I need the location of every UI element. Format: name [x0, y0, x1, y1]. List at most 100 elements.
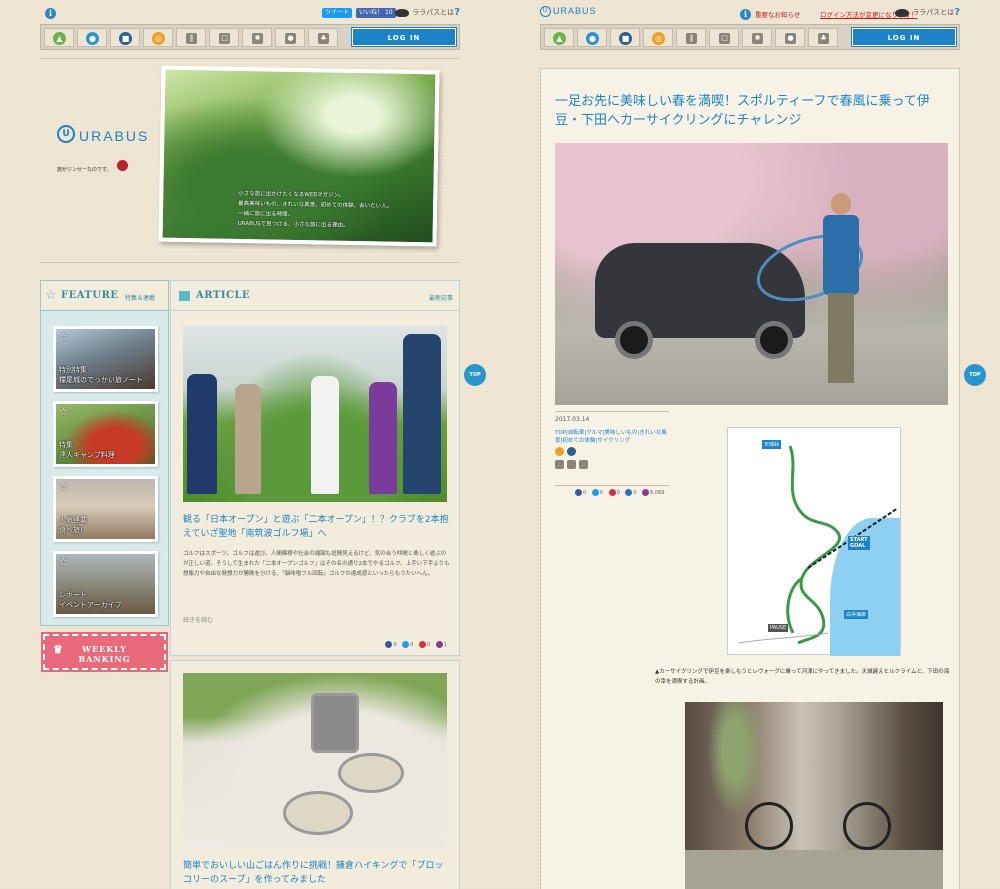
nav-mountain[interactable]: ▲ — [44, 28, 74, 47]
twitter-icon[interactable] — [591, 489, 599, 496]
view-icon — [642, 489, 650, 496]
nav-mountain[interactable]: ▲ — [544, 28, 574, 47]
weekly-ranking-button[interactable]: ♛ WEEKLY RANKING — [41, 632, 168, 672]
latest-articles-link[interactable]: 最新記事 — [429, 293, 453, 302]
bike-icon[interactable] — [555, 447, 564, 456]
hero-copy: 小さな旅に出かけたくなるWEBマガジン。 最高美味いもの、きれいな風景、初めての… — [238, 189, 419, 232]
nav-car[interactable]: ■ — [610, 28, 640, 47]
article-card: 簡単でおいしい山ごはん作りに挑戦！鎌倉ハイキングで「ブロッコリーのスープ」を作っ… — [170, 660, 460, 889]
facebook-icon[interactable] — [385, 641, 393, 648]
feature-tile[interactable]: ☆ 特集 達人キャンプ料理 — [53, 401, 158, 467]
nav-car[interactable]: ■ — [110, 28, 140, 47]
person-icon: ● — [785, 33, 796, 44]
article-icon — [179, 291, 190, 301]
login-button[interactable]: LOG IN — [851, 27, 957, 47]
article-heading[interactable]: 観る「日本オープン」と遊ぶ「二本オープン」！？クラブを2本抱えていざ聖地「南筑波… — [183, 513, 451, 541]
feature-tile-kicker: 人気連載 — [59, 516, 87, 524]
feature-tile[interactable]: ☆ レポート イベントアーカイブ — [53, 551, 158, 617]
lalapass-link[interactable]: ララパスとは? — [895, 7, 960, 18]
nav-person[interactable]: ● — [775, 28, 805, 47]
like-button[interactable]: いいね！ 10 — [356, 8, 396, 18]
facebook-icon[interactable] — [575, 489, 582, 496]
lalapass-label: ララパスとは — [912, 8, 955, 17]
login-button[interactable]: LOG IN — [351, 27, 457, 47]
divider — [555, 485, 669, 486]
top-bar: i ツイート いいね！ 10 ララパスとは? — [40, 6, 460, 20]
fork-icon[interactable] — [555, 460, 564, 469]
photo-wheel — [755, 321, 793, 359]
share-count: 0 — [583, 489, 587, 496]
divider — [40, 262, 460, 263]
nav-frame[interactable]: □ — [709, 28, 739, 47]
logo-icon[interactable]: U — [57, 125, 75, 143]
street-photo — [685, 702, 943, 889]
important-notice-link[interactable]: 重要なお知らせ — [755, 9, 800, 19]
article-heading[interactable]: 簡単でおいしい山ごはん作りに挑戦！鎌倉ハイキングで「ブロッコリーのスープ」を作っ… — [183, 859, 451, 887]
share-count: 0 — [393, 641, 397, 648]
feature-tile-kicker: 特集 — [59, 441, 73, 449]
photo-caption: ▲カーサイクリングで伊豆を楽しもうとレヴォーグに乗って河津にやってきました。天城… — [655, 669, 950, 685]
nav-bike[interactable]: ◎ — [143, 28, 173, 47]
nav-people[interactable]: ♣ — [808, 28, 838, 47]
category-tags[interactable]: TOP|自転車|クルマ|美味しいもの|きれいな風景|初めての体験|サイクリング — [555, 429, 667, 445]
feature-tile-title: 達人キャンプ料理 — [59, 451, 115, 459]
map-label-shirahama: 白浜海岸 — [844, 610, 869, 619]
map-label-amagi: 天城峠 — [762, 440, 782, 449]
car-icon: ■ — [619, 32, 632, 45]
nav-frame[interactable]: □ — [209, 28, 239, 47]
photo-figure — [403, 334, 441, 494]
star-icon: ☆ — [59, 332, 68, 343]
nav-bike[interactable]: ◎ — [643, 28, 673, 47]
nav-drop[interactable]: ● — [77, 28, 107, 47]
pocket-icon[interactable] — [419, 641, 427, 648]
nav-fork[interactable]: ‖ — [176, 28, 206, 47]
info-icon[interactable]: i — [45, 8, 56, 19]
car-icon[interactable] — [567, 447, 576, 456]
pocket-icon[interactable] — [608, 489, 616, 496]
nav-drop[interactable]: ● — [577, 28, 607, 47]
tweet-label: ツイート — [325, 9, 350, 16]
nav-sun[interactable]: ✺ — [742, 28, 772, 47]
frame-icon: □ — [219, 33, 230, 44]
fork-icon: ‖ — [186, 33, 197, 44]
sun-icon: ✺ — [752, 33, 763, 44]
sun-icon: ✺ — [252, 33, 263, 44]
photo-figure — [369, 382, 397, 494]
photo-wheel — [745, 802, 793, 850]
map-label-pause: PAUSE — [768, 624, 789, 632]
frame-icon[interactable] — [567, 460, 576, 469]
tweet-button[interactable]: ツイート — [322, 8, 353, 18]
feature-panel: ☆ FEATURE 特集＆連載 ☆ 特別特集 糧尾城のでっかい旅ノート ☆ 特集達… — [40, 280, 169, 626]
sun-icon[interactable] — [579, 460, 588, 469]
view-icon — [435, 641, 443, 648]
info-icon[interactable]: i — [740, 9, 751, 20]
nav-people[interactable]: ♣ — [308, 28, 338, 47]
nav-sun[interactable]: ✺ — [242, 28, 272, 47]
star-icon: ☆ — [45, 288, 57, 303]
lalapass-link[interactable]: ララパスとは? — [395, 7, 460, 18]
logo-text[interactable]: URABUS — [79, 128, 149, 144]
read-more-link[interactable]: 続きを読む — [183, 615, 213, 624]
ladybug-icon — [117, 160, 128, 171]
scroll-top-button[interactable]: TOP — [464, 364, 486, 386]
article-photo[interactable] — [183, 673, 447, 849]
hero-line: URABUSで見つける、小さな旅に出る理由。 — [237, 220, 349, 229]
article-photo[interactable] — [183, 326, 447, 502]
bird-icon — [395, 8, 410, 17]
article-excerpt: ゴルフはスポーツ。ゴルフは遊び。人間模様や社会の縮図も垣間見えるけど、気の合う仲… — [183, 551, 450, 577]
nav-fork[interactable]: ‖ — [676, 28, 706, 47]
nav-person[interactable]: ● — [275, 28, 305, 47]
feature-tile[interactable]: ☆ 特別特集 糧尾城のでっかい旅ノート — [53, 326, 158, 392]
crown-icon: ♛ — [53, 643, 64, 656]
person-icon: ● — [285, 33, 296, 44]
twitter-icon[interactable] — [402, 641, 410, 648]
photo-bowl — [338, 753, 404, 793]
hero-photo[interactable]: 小さな旅に出かけたくなるWEBマガジン。 最高美味いもの、きれいな風景、初めての… — [158, 65, 440, 247]
star-icon: ☆ — [59, 482, 68, 493]
feature-tile[interactable]: ☆ 人気連載 食べ旅! — [53, 476, 158, 542]
scroll-top-button[interactable]: TOP — [964, 364, 986, 386]
article-section-title: ARTICLE — [196, 290, 251, 301]
hatena-icon[interactable] — [625, 489, 633, 496]
logo[interactable]: U URABUS — [540, 6, 597, 18]
photo-person-head — [831, 193, 851, 215]
